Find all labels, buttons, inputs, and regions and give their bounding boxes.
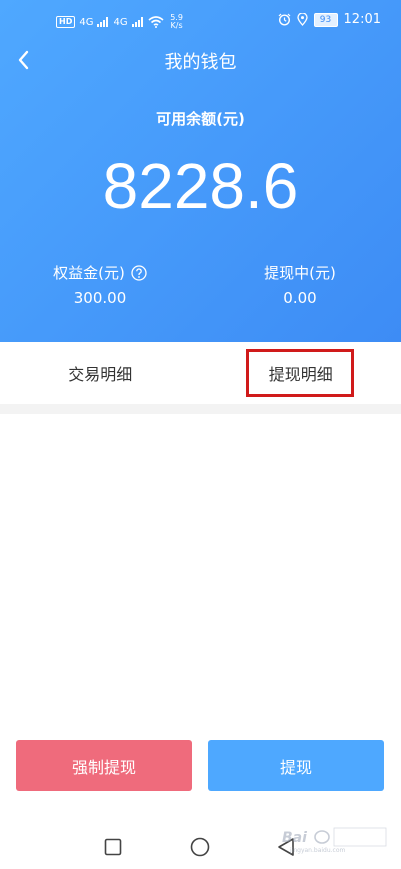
alarm-icon: [278, 13, 290, 26]
withdrawing-value: 0.00: [283, 289, 317, 307]
location-icon: [296, 13, 308, 26]
signal-4g-label-2: 4G: [113, 16, 128, 28]
withdrawing-column: 提现中(元) 0.00: [200, 262, 400, 307]
help-question-icon[interactable]: [131, 264, 147, 281]
signal-bars-icon: [131, 17, 143, 27]
withdrawing-label-row: 提现中(元): [200, 262, 400, 283]
tab-transaction-details[interactable]: 交易明细: [0, 342, 201, 404]
status-left: HD 4G 4G 5.9 K/s: [56, 14, 186, 30]
detail-tabs: 交易明细 提现明细: [0, 342, 401, 404]
tab-withdrawal-details[interactable]: 提现明细: [201, 342, 401, 404]
available-balance-label: 可用余额(元): [156, 110, 245, 128]
nav-bar: 我的钱包: [0, 40, 401, 80]
equity-label: 权益金(元): [53, 264, 125, 282]
wifi-icon: [148, 16, 164, 28]
wallet-header: HD 4G 4G 5.9 K/s 93 12:01 我的钱包 可用余额(元) 8…: [0, 0, 401, 342]
hd-badge: HD: [56, 16, 76, 28]
section-divider: [0, 404, 401, 414]
system-navigation-bar: [0, 826, 401, 869]
equity-column: 权益金(元) 300.00: [0, 262, 200, 307]
available-balance-value: 8228.6: [102, 150, 299, 222]
home-icon[interactable]: [190, 837, 210, 857]
force-withdraw-button[interactable]: 强制提现: [16, 740, 192, 791]
status-right: 93 12:01: [278, 12, 381, 27]
back-triangle-icon[interactable]: [276, 837, 296, 857]
signal-bars-icon: [97, 17, 109, 27]
speed-unit: K/s: [170, 21, 183, 30]
battery-icon: 93: [313, 12, 338, 27]
status-time: 12:01: [343, 12, 381, 27]
withdrawing-label: 提现中(元): [264, 264, 336, 282]
page-title: 我的钱包: [164, 52, 237, 73]
equity-value: 300.00: [73, 289, 127, 307]
network-speed: 5.9 K/s: [168, 14, 186, 30]
equity-label-row: 权益金(元): [0, 262, 200, 283]
signal-4g-label-1: 4G: [79, 16, 94, 28]
withdraw-button[interactable]: 提现: [208, 740, 384, 791]
recent-apps-icon[interactable]: [104, 838, 122, 856]
status-bar: HD 4G 4G 5.9 K/s 93 12:01: [0, 0, 401, 40]
